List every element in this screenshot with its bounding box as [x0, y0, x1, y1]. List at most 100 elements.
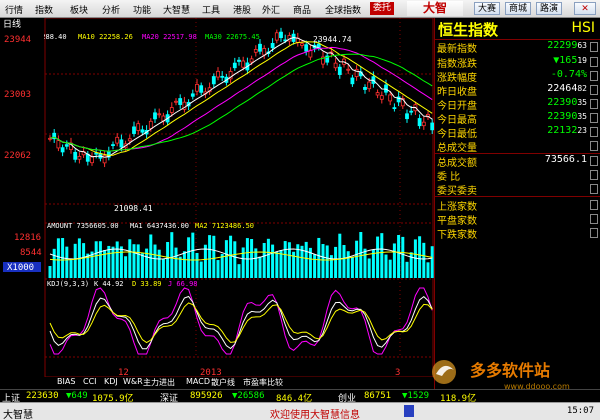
quote-label: 涨跌幅度 [437, 73, 477, 84]
quote-row: 平盘家数 [435, 212, 600, 227]
quote-value-main: 22132 [547, 125, 578, 136]
volume-amount-label: AMOUNT 7356605.00 [47, 222, 119, 230]
menu-item-quotes[interactable]: 行情 [5, 3, 23, 16]
candle-body [409, 110, 414, 113]
row-toggle-box[interactable] [590, 99, 598, 109]
volume-bar [376, 236, 380, 278]
candle-body [237, 59, 241, 62]
menu-item-function[interactable]: 功能 [133, 3, 151, 16]
quote-panel: 恒生指数 HSI 最新指数 2229963 指数涨跌 ▼16519 涨跌幅度 -0.74%… [434, 18, 600, 390]
ma10-line [49, 41, 433, 156]
volume-bar [283, 241, 287, 278]
menu-bar: 行情 指数 板块 分析 功能 大智慧 工具 港股 外汇 商品 全球指数 委托 大… [0, 0, 600, 18]
candle-body [64, 144, 69, 147]
volume-axis-unit: X1000 [7, 263, 34, 273]
tab-retail-line[interactable]: 散户线 [211, 377, 235, 388]
volume-bar [266, 238, 270, 278]
volume-bar [52, 248, 56, 278]
candle-body [115, 136, 120, 144]
quote-row: 委买委卖 [435, 182, 600, 197]
volume-bar [82, 243, 86, 278]
menu-item-global-index[interactable]: 全球指数 [325, 3, 361, 16]
volume-bar [161, 258, 165, 278]
volume-bar [237, 264, 241, 278]
row-toggle-box[interactable] [590, 200, 598, 210]
row-toggle-box[interactable] [590, 228, 598, 238]
row-toggle-box[interactable] [590, 57, 598, 67]
quote-label: 平盘家数 [437, 216, 477, 227]
candle-body [199, 85, 204, 93]
volume-bar [346, 251, 350, 278]
candle-body [90, 156, 94, 164]
quote-value-main: ▼165 [553, 55, 578, 66]
menu-item-forex[interactable]: 外汇 [262, 3, 280, 16]
moving-average-lines [49, 36, 433, 158]
candle-body [153, 112, 157, 120]
contest-button[interactable]: 大赛 [474, 2, 501, 15]
quote-value-suffix: 82 [577, 84, 587, 93]
candle-body [392, 107, 397, 110]
volume-bar [182, 251, 186, 278]
date-label-3: 3 [395, 368, 400, 377]
close-icon[interactable]: ✕ [574, 2, 596, 15]
volume-bar [174, 247, 178, 278]
volume-bar [262, 242, 266, 278]
volume-bar [392, 243, 396, 278]
row-toggle-box[interactable] [590, 127, 598, 137]
menu-item-commodity[interactable]: 商品 [293, 3, 311, 16]
quote-row: 昨日收盘 2246482 [435, 83, 600, 98]
candle-body [270, 43, 275, 49]
kdj-k-line [49, 295, 433, 350]
volume-axis-mid: 8544 [20, 248, 42, 258]
volume-bar [317, 237, 321, 278]
candle-body [279, 31, 283, 39]
volume-bar [342, 245, 346, 278]
volume-bar [380, 233, 384, 278]
tab-wr[interactable]: W&R [123, 377, 143, 386]
quote-label: 今日最高 [437, 115, 477, 126]
quote-label: 指数涨跌 [437, 59, 477, 70]
row-toggle-box[interactable] [590, 42, 598, 52]
quote-value-main: 22299 [547, 40, 578, 51]
quote-label: 昨日收盘 [437, 87, 477, 98]
row-toggle-box[interactable] [590, 156, 598, 166]
mall-button[interactable]: 商城 [505, 2, 532, 15]
candle-body [60, 147, 65, 153]
row-toggle-box[interactable] [590, 113, 598, 123]
status-bar: 大智慧 欢迎使用大智慧信息 15:07 [0, 402, 600, 420]
tab-bias[interactable]: BIAS [57, 377, 75, 386]
menu-item-index[interactable]: 指数 [35, 3, 53, 16]
quote-row: 委 比 [435, 168, 600, 183]
menu-item-sector[interactable]: 板块 [70, 3, 88, 16]
candle-body [253, 49, 258, 53]
row-toggle-box[interactable] [590, 214, 598, 224]
candle-body [346, 68, 351, 71]
volume-bar [254, 248, 258, 278]
volume-bar [422, 242, 426, 278]
roadshow-button[interactable]: 路演 [536, 2, 563, 15]
volume-bar [229, 235, 233, 278]
menu-item-tools[interactable]: 工具 [202, 3, 220, 16]
candle-body [216, 70, 220, 78]
row-toggle-box[interactable] [590, 141, 598, 151]
row-toggle-box[interactable] [590, 71, 598, 81]
menu-item-analysis[interactable]: 分析 [102, 3, 120, 16]
row-toggle-box[interactable] [590, 85, 598, 95]
volume-bar [401, 236, 405, 278]
menu-item-trade[interactable]: 委托 [370, 2, 395, 15]
menu-item-hk[interactable]: 港股 [233, 3, 251, 16]
tab-kdj[interactable]: KDJ [104, 377, 118, 386]
tab-pe-compare[interactable]: 市盈率比较 [243, 377, 283, 388]
quote-value-main: 73566.1 [544, 154, 587, 165]
menu-item-dzh[interactable]: 大智慧 [163, 3, 190, 16]
tab-macd[interactable]: MACD [186, 377, 210, 386]
candle-body [77, 156, 82, 160]
tab-main-flow[interactable]: 主力进出 [143, 377, 175, 388]
candle-body [262, 48, 267, 56]
quote-row: 涨跌幅度 -0.74% [435, 69, 600, 84]
row-toggle-box[interactable] [590, 170, 598, 180]
tab-cci[interactable]: CCI [83, 377, 97, 386]
row-toggle-box[interactable] [590, 184, 598, 194]
quote-value-main: 22390 [547, 97, 578, 108]
kline-chart[interactable]: 日线 MA MA5 22288.40 MA10 22258.26 MA20 22… [0, 18, 434, 377]
